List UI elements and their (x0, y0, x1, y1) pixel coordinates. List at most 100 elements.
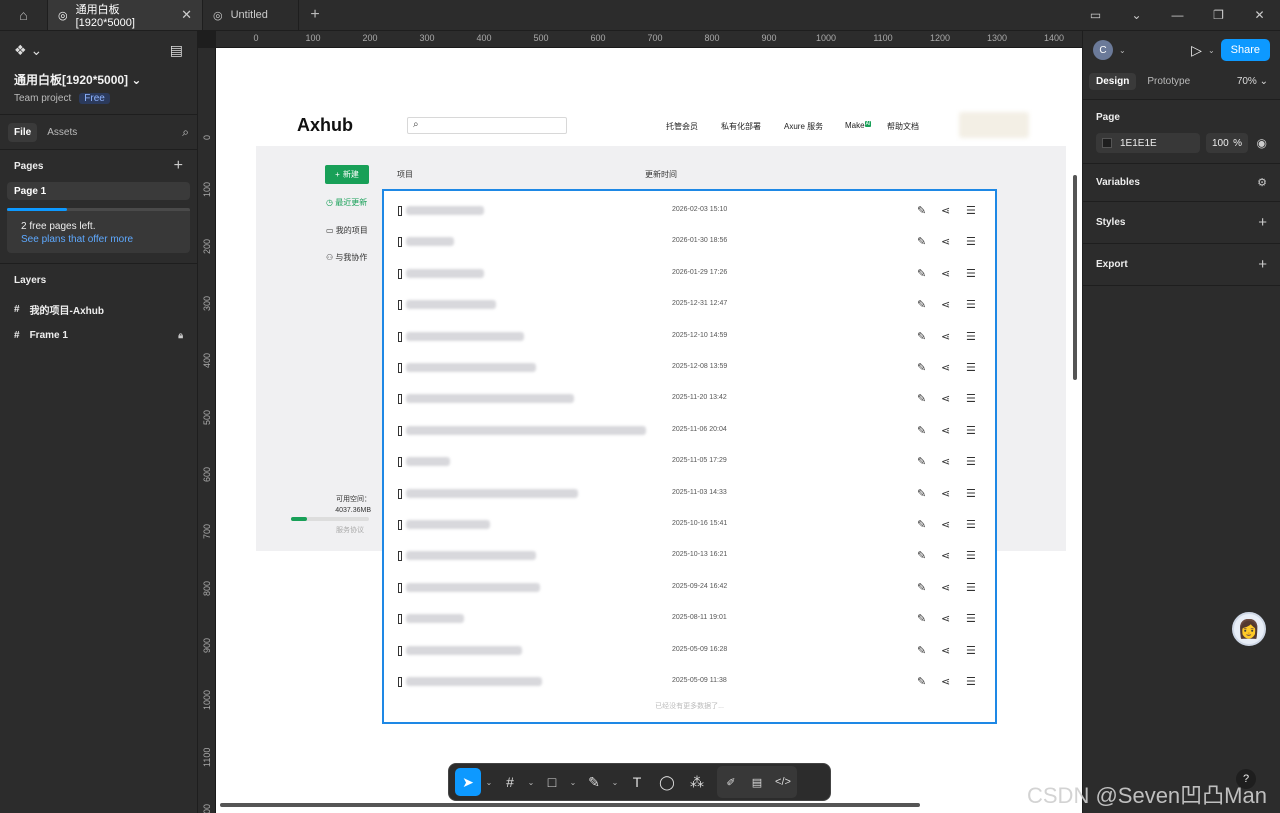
table-row[interactable]: 2025-12-31 12:47 ✎ ⋖ ☰ (384, 290, 995, 321)
table-row[interactable]: 2025-10-16 15:41 ✎ ⋖ ☰ (384, 510, 995, 541)
chevron-down-icon[interactable]: ⌄ (1208, 46, 1215, 55)
brand-logo[interactable]: Axhub (297, 115, 353, 136)
tab-assets[interactable]: Assets (41, 123, 83, 142)
project-name-blurred[interactable] (406, 363, 536, 372)
list-icon[interactable]: ☰ (966, 455, 976, 468)
close-window-icon[interactable]: ✕ (1239, 8, 1280, 22)
project-name-blurred[interactable] (406, 614, 464, 624)
table-row[interactable]: 2026-01-30 18:56 ✎ ⋖ ☰ (384, 227, 995, 258)
edit-icon[interactable]: ✎ (917, 298, 926, 311)
share-icon[interactable]: ⋖ (941, 204, 950, 217)
project-name-blurred[interactable] (406, 331, 524, 341)
variables-row[interactable]: Variables ⚙ (1083, 164, 1280, 195)
list-icon[interactable]: ☰ (966, 267, 976, 280)
share-icon[interactable]: ⋖ (941, 361, 950, 374)
dev-mode-button[interactable]: </> (771, 768, 795, 796)
share-icon[interactable]: ⋖ (941, 455, 950, 468)
new-tab-button[interactable]: + (299, 0, 331, 30)
nav-help[interactable]: 帮助文档 (887, 121, 919, 132)
list-icon[interactable]: ☰ (966, 675, 976, 688)
new-project-button[interactable]: + 新建 (325, 165, 369, 184)
assistant-avatar[interactable]: 👩 (1232, 612, 1266, 646)
share-icon[interactable]: ⋖ (941, 392, 950, 405)
list-icon[interactable]: ☰ (966, 518, 976, 531)
edit-icon[interactable]: ✎ (917, 392, 926, 405)
table-row[interactable]: 2025-09-24 16:42 ✎ ⋖ ☰ (384, 573, 995, 604)
edit-icon[interactable]: ✎ (917, 361, 926, 374)
home-button[interactable]: ⌂ (0, 0, 48, 30)
share-icon[interactable]: ⋖ (941, 487, 950, 500)
page-opacity-field[interactable]: 100% (1206, 133, 1248, 153)
comment-tool-button[interactable]: ◯ (653, 768, 681, 796)
service-terms-link[interactable]: 服务协议 (336, 525, 364, 535)
edit-icon[interactable]: ✎ (917, 581, 926, 594)
nav-axure-service[interactable]: Axure 服务 (784, 121, 823, 132)
share-icon[interactable]: ⋖ (941, 612, 950, 625)
sidebar-toggle-icon[interactable]: ▭ (1075, 8, 1116, 22)
panel-toggle-icon[interactable]: ▤ (170, 42, 183, 59)
share-icon[interactable]: ⋖ (941, 549, 950, 562)
list-icon[interactable]: ☰ (966, 361, 976, 374)
share-icon[interactable]: ⋖ (941, 518, 950, 531)
frame-tool-button[interactable]: # (497, 768, 523, 796)
edit-icon[interactable]: ✎ (917, 424, 926, 437)
list-icon[interactable]: ☰ (966, 235, 976, 248)
restore-icon[interactable]: ❐ (1198, 8, 1239, 22)
edit-icon[interactable]: ✎ (917, 267, 926, 280)
edit-icon[interactable]: ✎ (917, 204, 926, 217)
edit-icon[interactable]: ✎ (917, 330, 926, 343)
tab-prototype[interactable]: Prototype (1140, 73, 1197, 90)
project-name-blurred[interactable] (406, 551, 536, 561)
project-name-blurred[interactable] (406, 677, 542, 686)
tab-whiteboard[interactable]: ◎ 通用白板[1920*5000] ✕ (48, 0, 203, 30)
lock-icon[interactable]: 🔒︎ (178, 330, 183, 341)
list-icon[interactable]: ☰ (966, 549, 976, 562)
tab-untitled[interactable]: ◎ Untitled (203, 0, 299, 30)
project-name-blurred[interactable] (406, 300, 496, 310)
draw-mode-button[interactable]: ✐ (719, 768, 743, 796)
pen-tool-menu[interactable]: ⌄ (609, 768, 621, 796)
add-page-icon[interactable]: + (174, 157, 183, 175)
table-row[interactable]: 2025-11-20 13:42 ✎ ⋖ ☰ (384, 384, 995, 415)
share-icon[interactable]: ⋖ (941, 581, 950, 594)
close-tab-icon[interactable]: ✕ (181, 7, 192, 23)
page-item[interactable]: Page 1 (7, 182, 190, 200)
project-name-blurred[interactable] (406, 488, 578, 498)
edit-icon[interactable]: ✎ (917, 549, 926, 562)
share-icon[interactable]: ⋖ (941, 330, 950, 343)
horizontal-scrollbar[interactable] (220, 803, 920, 807)
share-button[interactable]: Share (1220, 39, 1270, 61)
eye-icon[interactable]: ◉ (1257, 136, 1267, 150)
edit-icon[interactable]: ✎ (917, 518, 926, 531)
frame-white[interactable]: Axhub ⌕ 托管会员 私有化部署 Axure 服务 MakeAI 帮助文档 … (216, 48, 1082, 813)
edit-icon[interactable]: ✎ (917, 675, 926, 688)
tab-file[interactable]: File (8, 122, 38, 142)
layer-item[interactable]: # Frame 1 🔒︎ (0, 322, 197, 348)
share-icon[interactable]: ⋖ (941, 235, 950, 248)
table-row[interactable]: 2026-02-03 15:10 ✎ ⋖ ☰ (384, 196, 995, 227)
share-icon[interactable]: ⋖ (941, 298, 950, 311)
present-icon[interactable]: ▷ (1191, 42, 1202, 59)
list-icon[interactable]: ☰ (966, 392, 976, 405)
page-color-field[interactable]: 1E1E1E (1096, 133, 1200, 153)
actions-button[interactable]: ⁂ (683, 768, 711, 796)
figma-logo-icon[interactable]: ❖ ⌄ (14, 42, 42, 59)
list-icon[interactable]: ☰ (966, 330, 976, 343)
share-icon[interactable]: ⋖ (941, 675, 950, 688)
tab-design[interactable]: Design (1089, 72, 1137, 90)
list-icon[interactable]: ☰ (966, 204, 976, 217)
project-name-blurred[interactable] (406, 457, 450, 467)
project-title[interactable]: 通用白板[1920*5000] ⌄ (0, 69, 197, 90)
list-icon[interactable]: ☰ (966, 424, 976, 437)
table-row[interactable]: 2025-10-13 16:21 ✎ ⋖ ☰ (384, 541, 995, 572)
zoom-dropdown[interactable]: 70% ⌄ (1237, 76, 1274, 87)
project-name-blurred[interactable] (406, 520, 490, 529)
pen-tool-button[interactable]: ✎ (581, 768, 607, 796)
table-row[interactable]: 2025-12-10 14:59 ✎ ⋖ ☰ (384, 322, 995, 353)
move-tool-menu[interactable]: ⌄ (483, 768, 495, 796)
vertical-scrollbar[interactable] (1073, 175, 1077, 380)
nav-private-deploy[interactable]: 私有化部署 (721, 121, 761, 132)
chevron-down-icon[interactable]: ⌄ (1119, 46, 1126, 55)
layer-item[interactable]: # 我的项目-Axhub (0, 296, 197, 322)
project-name-blurred[interactable] (406, 237, 454, 247)
